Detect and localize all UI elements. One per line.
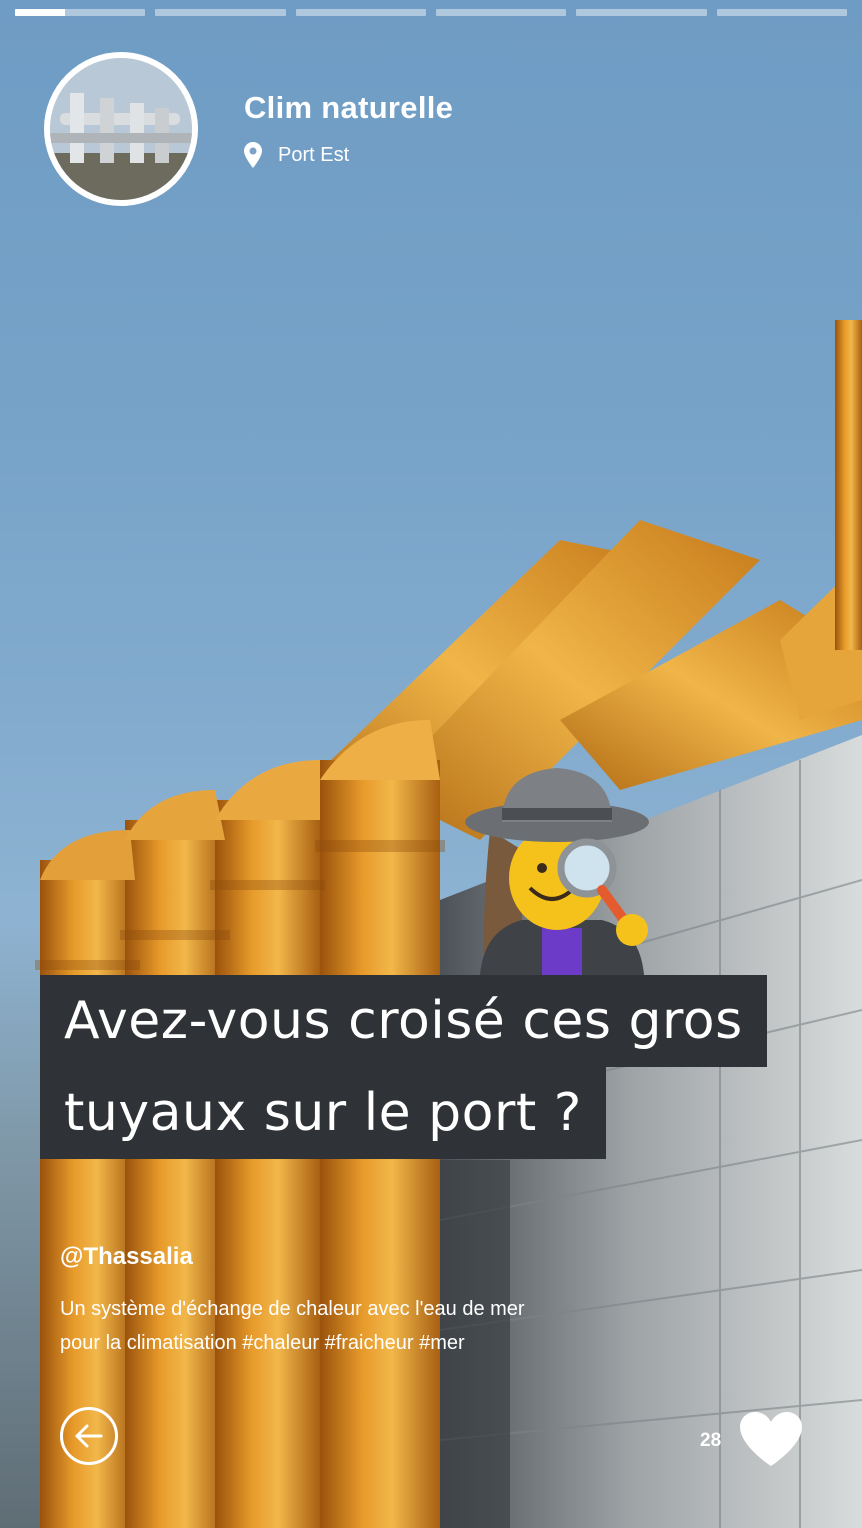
back-button[interactable] xyxy=(60,1407,118,1465)
description-line-2: pour la climatisation #chaleur #fraicheu… xyxy=(60,1332,465,1354)
story-headline: Avez-vous croisé ces gros tuyaux sur le … xyxy=(40,975,767,1159)
map-pin-icon xyxy=(244,142,262,168)
progress-segment-1 xyxy=(15,9,146,16)
progress-segment-4 xyxy=(435,9,567,16)
description-line-1: Un système d'échange de chaleur avec l'e… xyxy=(60,1298,525,1320)
progress-segment-2 xyxy=(155,9,286,16)
avatar[interactable] xyxy=(44,52,198,206)
story-title: Clim naturelle xyxy=(244,90,454,125)
story-view[interactable]: Clim naturelle Port Est Avez-vous croisé… xyxy=(0,0,862,1528)
heart-icon[interactable] xyxy=(738,1410,804,1468)
progress-segment-5 xyxy=(576,9,707,16)
headline-line-1: Avez-vous croisé ces gros xyxy=(40,975,767,1067)
progress-segment-3 xyxy=(295,9,426,16)
story-description: Un système d'échange de chaleur avec l'e… xyxy=(60,1292,660,1360)
location-row: Port Est xyxy=(244,142,453,168)
detective-sticker-icon xyxy=(465,768,649,975)
arrow-left-icon xyxy=(75,1424,103,1448)
story-progress xyxy=(15,9,847,16)
headline-line-2: tuyaux sur le port ? xyxy=(40,1067,606,1159)
progress-segment-6 xyxy=(716,9,847,16)
author-handle[interactable]: @Thassalia xyxy=(60,1243,193,1271)
like-count: 28 xyxy=(700,1430,722,1451)
story-header: Clim naturelle Port Est xyxy=(244,90,453,168)
location-label: Port Est xyxy=(278,143,350,166)
avatar-image xyxy=(50,58,192,200)
